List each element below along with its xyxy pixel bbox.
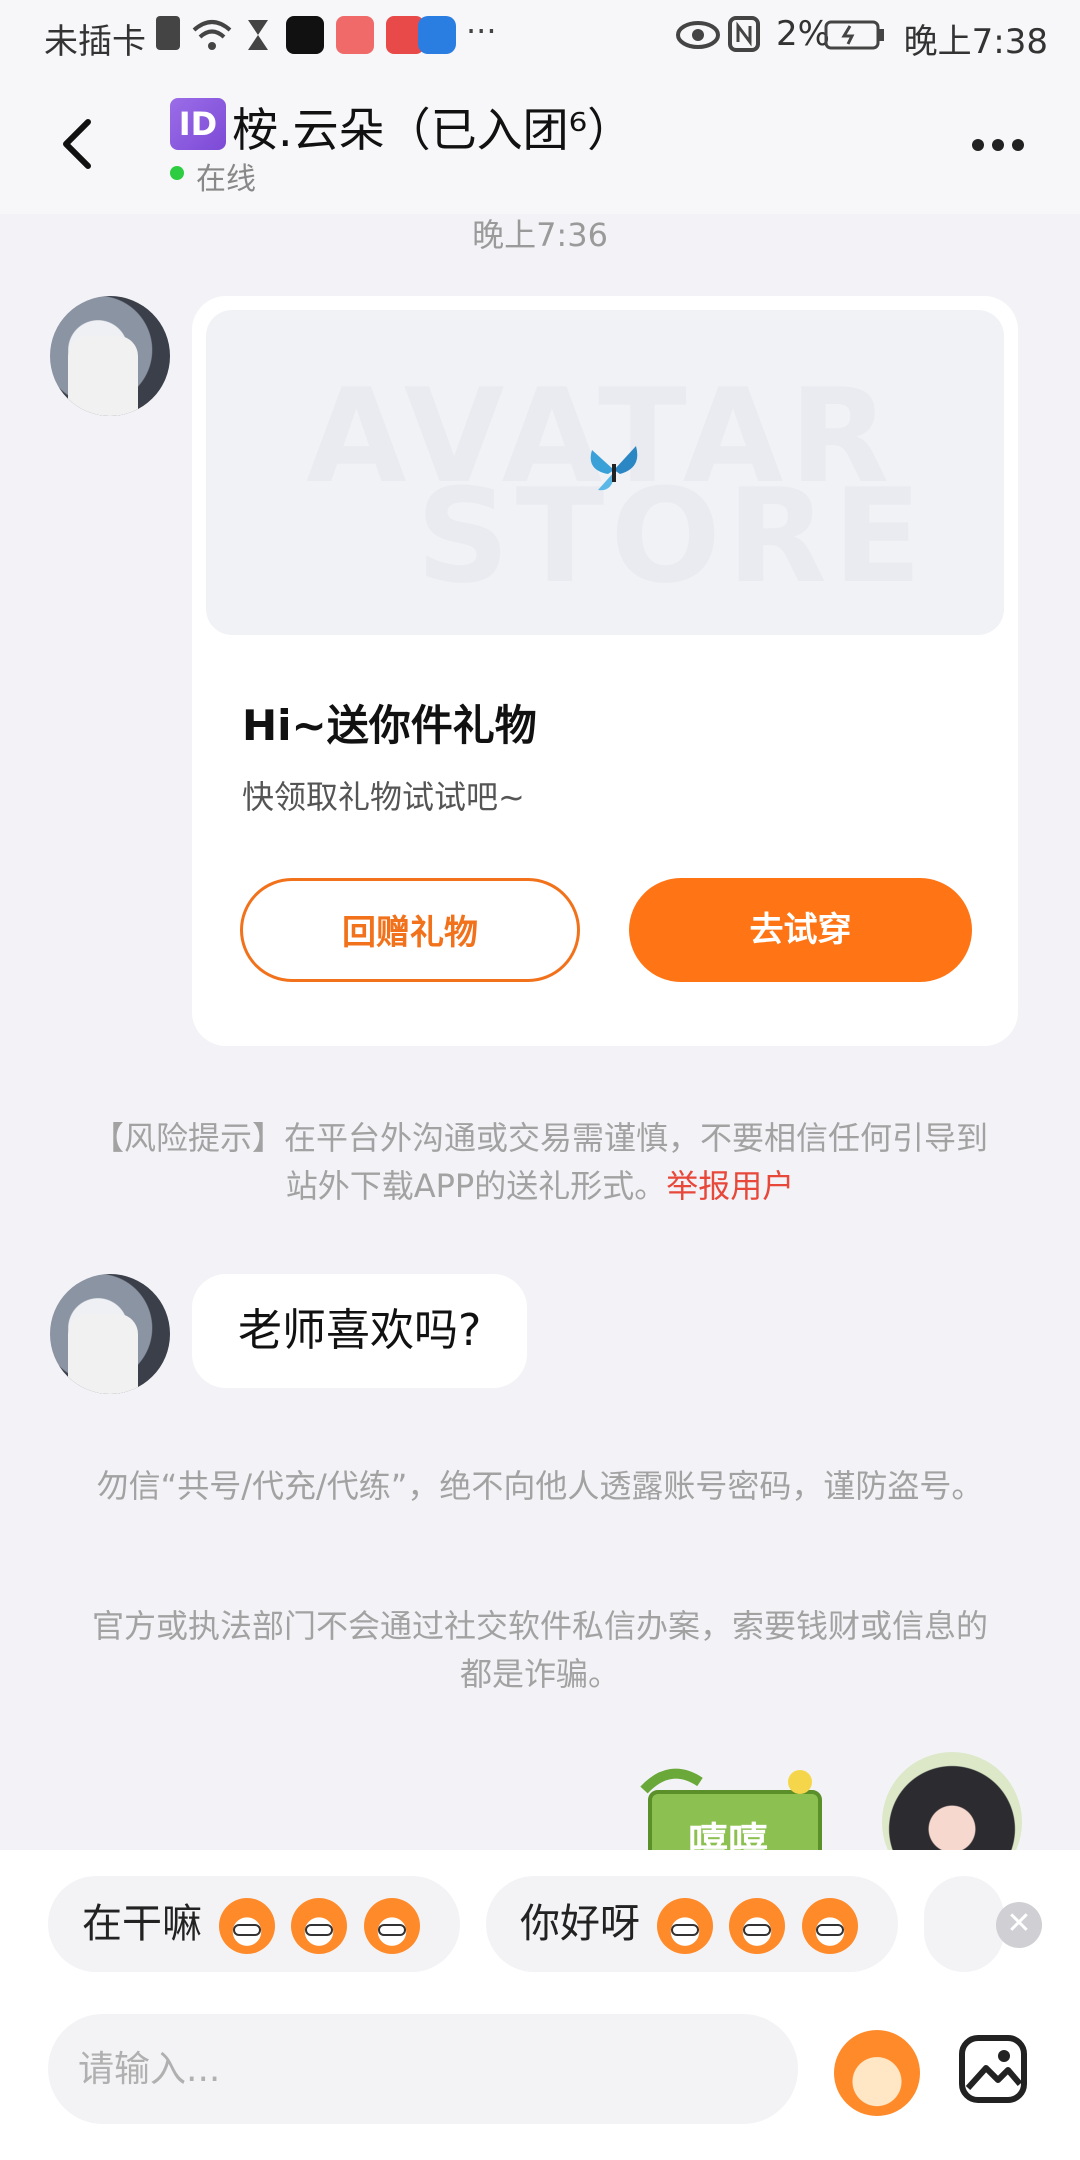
battery-icon — [824, 20, 884, 50]
nfc-icon — [728, 16, 760, 52]
risk-notice-text: 【风险提示】在平台外沟通或交易需谨慎，不要相信任何引导到站外下载APP的送礼形式… — [91, 1119, 988, 1205]
gift-card-subtitle: 快领取礼物试试吧~ — [242, 778, 525, 816]
more-icon: ··· — [466, 12, 497, 50]
hourglass-icon — [248, 20, 268, 50]
app-icon — [336, 16, 374, 54]
monkey-emoji-icon — [802, 1898, 859, 1954]
quick-reply-chip[interactable]: 在干嘛 — [48, 1876, 460, 1972]
monkey-emoji-icon — [218, 1898, 275, 1954]
clock: 晚上7:38 — [903, 22, 1048, 62]
quick-reply-chip[interactable] — [924, 1876, 1004, 1972]
safety-notice: 勿信“共号/代充/代练”，绝不向他人透露账号密码，谨防盗号。 — [96, 1467, 984, 1505]
online-status-text: 在线 — [196, 162, 256, 197]
gift-card-title: Hi~送你件礼物 — [242, 701, 537, 750]
avatar-store-banner[interactable]: AVATAR STORE — [206, 310, 1004, 635]
message-bubble[interactable]: 老师喜欢吗? — [192, 1274, 528, 1388]
sender-avatar[interactable] — [50, 296, 170, 416]
wifi-icon — [192, 20, 232, 50]
monkey-emoji-icon — [364, 1898, 421, 1954]
butterfly-icon — [590, 446, 638, 491]
sender-avatar[interactable] — [50, 1274, 170, 1394]
try-on-button[interactable]: 去试穿 — [629, 878, 972, 982]
eye-icon — [676, 21, 720, 49]
emoji-picker-icon[interactable] — [834, 2030, 920, 2116]
chat-title[interactable]: 桉.云朵（已入团⁶） — [232, 94, 633, 160]
sticker-message[interactable]: 嘻嘻 — [640, 1762, 832, 1866]
risk-notice: 【风险提示】在平台外沟通或交易需谨慎，不要相信任何引导到站外下载APP的送礼形式… — [90, 1114, 990, 1210]
return-gift-button[interactable]: 回赠礼物 — [240, 878, 580, 982]
status-bar: 未插卡 ··· 2% 晚上7:38 — [0, 0, 1080, 74]
gift-card: AVATAR STORE Hi~送你件礼物 快领取礼物试试吧~ 回赠礼物 去试穿 — [192, 296, 1018, 1046]
banner-watermark: STORE — [416, 460, 928, 612]
message-input[interactable] — [48, 2014, 798, 2124]
tiktok-icon — [286, 16, 324, 54]
input-panel: 在干嘛 你好呀 ✕ — [0, 1850, 1080, 2160]
quick-reply-chip[interactable]: 你好呀 — [486, 1876, 898, 1972]
more-options-icon[interactable] — [972, 136, 1032, 151]
image-picker-icon[interactable] — [958, 2034, 1028, 2104]
safety-notice: 官方或执法部门不会通过社交软件私信办案，索要钱财或信息的都是诈骗。 — [91, 1607, 988, 1693]
id-badge: ID — [170, 98, 226, 150]
quick-reply-text: 在干嘛 — [82, 1901, 202, 1947]
report-user-link[interactable]: 举报用户 — [666, 1167, 794, 1205]
back-arrow-icon[interactable] — [58, 116, 98, 172]
online-status-dot — [170, 166, 184, 180]
bulb-icon — [418, 16, 456, 54]
carrier-text: 未插卡 — [44, 22, 146, 62]
monkey-emoji-icon — [291, 1898, 348, 1954]
sim-icon — [156, 16, 180, 50]
close-quick-replies-icon[interactable]: ✕ — [996, 1902, 1042, 1948]
quick-reply-text: 你好呀 — [520, 1901, 640, 1947]
monkey-emoji-icon — [656, 1898, 713, 1954]
chat-header: ID 桉.云朵（已入团⁶） 在线 — [0, 74, 1080, 214]
monkey-emoji-icon — [729, 1898, 786, 1954]
battery-percent: 2% — [776, 14, 830, 54]
message-timestamp: 晚上7:36 — [472, 216, 608, 254]
